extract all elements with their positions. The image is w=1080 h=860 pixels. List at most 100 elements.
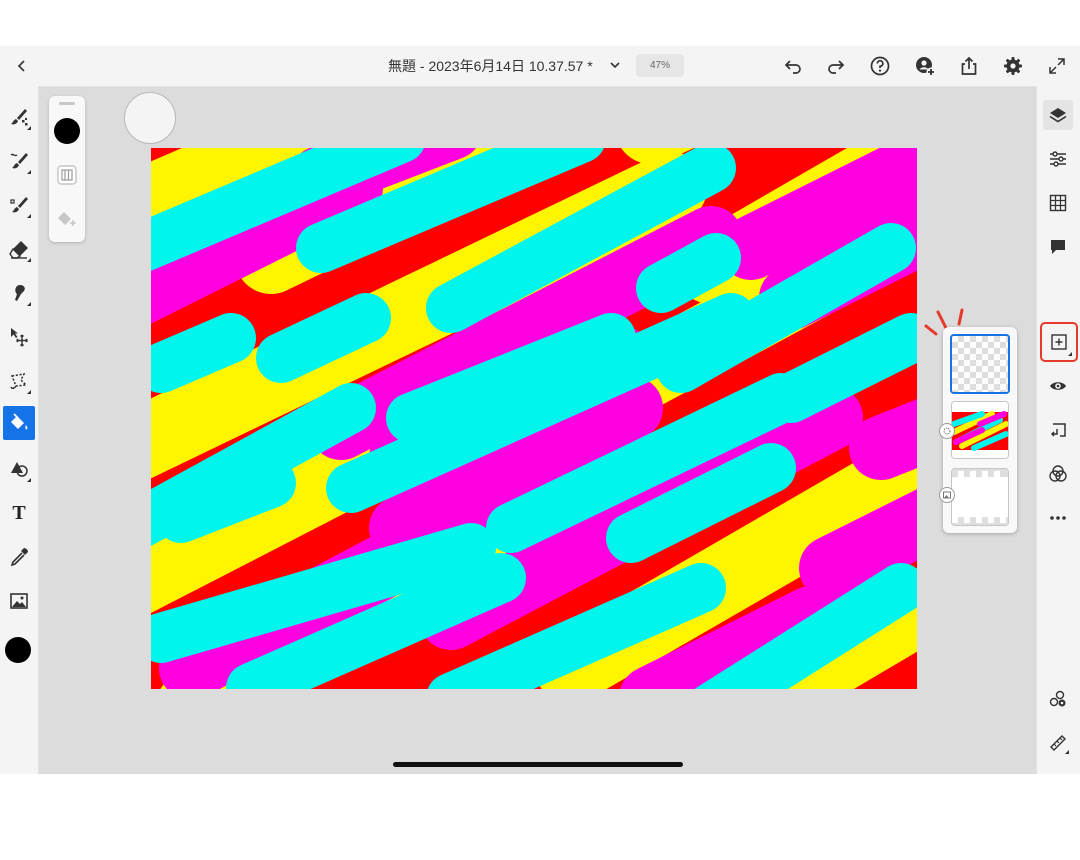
tool-shape[interactable]	[3, 452, 35, 486]
home-indicator[interactable]	[393, 762, 683, 767]
gear-icon	[1004, 57, 1022, 75]
submenu-indicator	[27, 258, 31, 262]
vector-brush-icon	[10, 197, 28, 213]
submenu-indicator	[27, 478, 31, 482]
tool-vector-brush[interactable]	[3, 188, 35, 222]
tool-selection[interactable]	[3, 364, 35, 398]
smudge-icon	[15, 285, 25, 301]
add-layer-icon	[1051, 334, 1067, 350]
tool-smudge[interactable]	[3, 276, 35, 310]
transparent-layer-preview	[952, 336, 1008, 392]
layer-thumbnail-empty[interactable]	[950, 334, 1010, 394]
submenu-indicator	[1068, 352, 1072, 356]
document-title[interactable]: 無題 - 2023年6月14日 10.37.57 *	[388, 56, 593, 76]
settings-button[interactable]	[999, 52, 1027, 80]
layers-icon	[1049, 108, 1067, 123]
image-layer-icon	[943, 491, 951, 499]
grid-icon	[1049, 194, 1067, 212]
eraser-icon	[9, 241, 28, 259]
layer-thumbnail-painted[interactable]	[951, 401, 1009, 459]
layer-thumbnail-background[interactable]	[951, 468, 1009, 526]
expand-icon	[1049, 58, 1065, 74]
invite-button[interactable]	[911, 52, 939, 80]
panel-grip[interactable]	[59, 102, 75, 105]
pixel-brush-icon	[11, 109, 28, 126]
submenu-indicator	[27, 214, 31, 218]
properties-button[interactable]	[1043, 144, 1073, 174]
brush-settings-icon	[57, 165, 77, 185]
redo-icon	[828, 60, 845, 74]
help-button[interactable]	[866, 52, 894, 80]
fullscreen-button[interactable]	[1043, 52, 1071, 80]
submenu-indicator	[27, 126, 31, 130]
chevron-down-icon	[610, 62, 620, 69]
sliders-icon	[1050, 151, 1066, 167]
comments-button[interactable]	[1043, 232, 1073, 262]
artwork-canvas[interactable]	[151, 148, 917, 689]
add-person-icon	[916, 57, 936, 77]
add-layer-button[interactable]	[1040, 322, 1078, 362]
blend-mode-button[interactable]	[1043, 459, 1073, 489]
layer-visibility-button[interactable]	[1043, 371, 1073, 401]
tool-pixel-brush[interactable]	[3, 100, 35, 134]
tool-eyedropper[interactable]	[3, 540, 35, 574]
submenu-indicator	[27, 170, 31, 174]
merge-down-button[interactable]	[1043, 415, 1073, 445]
adjustments-icon	[1049, 690, 1066, 707]
paint-bucket-icon	[11, 413, 28, 430]
transform-icon	[11, 328, 28, 347]
layer-type-badge	[939, 487, 955, 503]
tool-image[interactable]	[3, 584, 35, 618]
submenu-indicator	[1065, 750, 1069, 754]
fill-options-icon	[58, 212, 76, 226]
submenu-indicator	[27, 302, 31, 306]
ruler-button[interactable]	[1043, 728, 1073, 758]
submenu-indicator	[27, 390, 31, 394]
help-icon	[870, 56, 890, 76]
top-bar: 無題 - 2023年6月14日 10.37.57 * 47%	[0, 46, 1080, 87]
comment-icon	[1051, 240, 1065, 254]
zoom-level[interactable]: 47%	[636, 54, 684, 77]
tool-eraser[interactable]	[3, 232, 35, 266]
chevron-left-icon	[17, 60, 25, 72]
more-options-button[interactable]	[1043, 503, 1073, 533]
back-button[interactable]	[8, 52, 36, 80]
adjustments-button[interactable]	[1043, 684, 1073, 714]
layers-panel	[939, 327, 1017, 533]
lasso-icon	[10, 373, 28, 390]
tool-text[interactable]: T	[3, 496, 35, 530]
current-color-swatch[interactable]	[5, 637, 31, 663]
layers-button[interactable]	[1043, 100, 1073, 130]
brush-settings-panel	[49, 96, 85, 242]
left-toolbar: T	[0, 86, 39, 774]
right-toolbar	[1036, 86, 1080, 774]
eye-icon	[1050, 382, 1066, 390]
grid-button[interactable]	[1043, 188, 1073, 218]
redo-button[interactable]	[822, 52, 850, 80]
eyedropper-icon	[10, 548, 28, 567]
painted-layer-preview	[952, 402, 1008, 458]
brush-size-knob[interactable]	[124, 92, 176, 144]
more-icon	[1050, 516, 1066, 520]
artwork-paint-strokes	[151, 148, 917, 689]
document-menu-button[interactable]	[604, 54, 626, 76]
undo-icon	[784, 60, 801, 74]
share-icon	[961, 56, 977, 75]
merge-down-icon	[1050, 423, 1066, 437]
image-icon	[10, 593, 28, 609]
shape-icon	[11, 462, 28, 477]
blend-mode-icon	[1049, 465, 1067, 482]
pixel-layer-icon	[943, 427, 951, 435]
undo-button[interactable]	[779, 52, 807, 80]
background-layer-preview	[952, 469, 1008, 525]
tool-live-brush[interactable]	[3, 144, 35, 178]
brush-color-swatch[interactable]	[54, 118, 80, 144]
tool-fill[interactable]	[3, 406, 35, 440]
fill-options-button[interactable]	[54, 206, 80, 232]
share-button[interactable]	[955, 52, 983, 80]
layer-type-badge	[939, 423, 955, 439]
app-window: 無題 - 2023年6月14日 10.37.57 * 47% T	[0, 46, 1080, 774]
brush-settings-button[interactable]	[54, 162, 80, 188]
tool-transform[interactable]	[3, 320, 35, 354]
live-brush-icon	[10, 153, 28, 169]
